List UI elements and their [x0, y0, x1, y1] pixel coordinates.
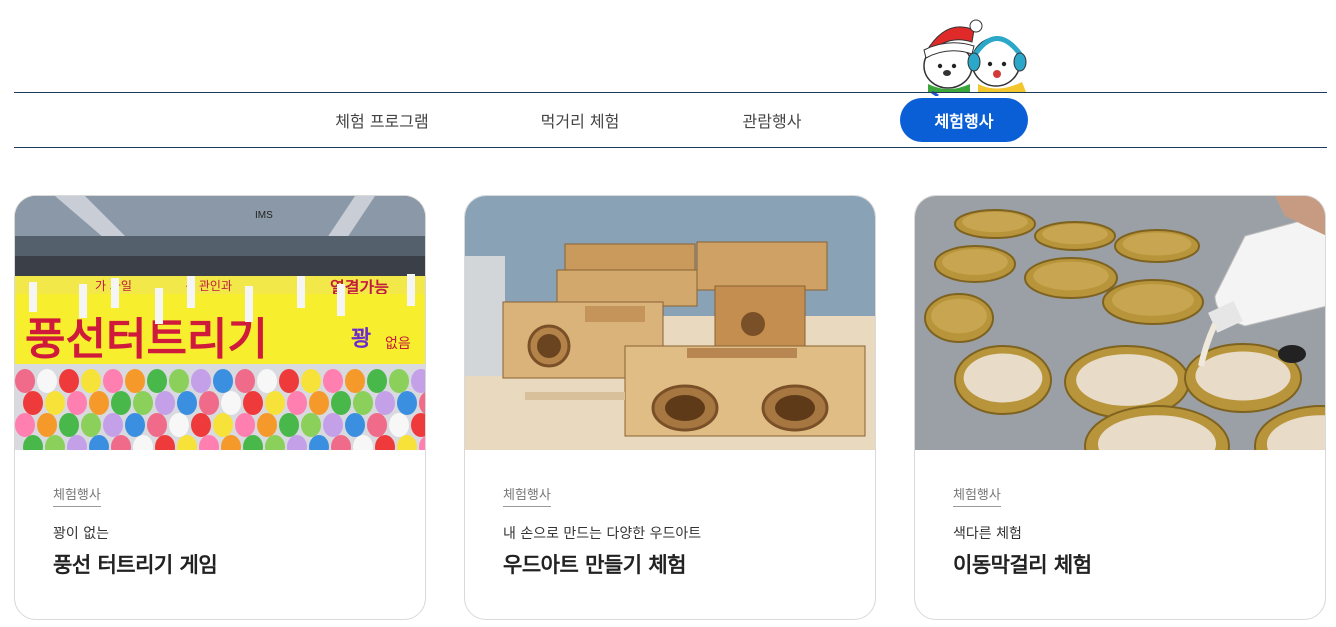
tab-experience-program[interactable]: 체험 프로그램 [318, 98, 446, 142]
card-category: 체험행사 [503, 488, 551, 507]
mascot-illustration [918, 8, 1030, 98]
card-subtitle: 내 손으로 만드는 다양한 우드아트 [503, 526, 702, 542]
event-photo-wood-speakers [465, 196, 875, 450]
event-card-makgeolli[interactable]: 체험행사 색다른 체험 이동막걸리 체험 [914, 195, 1326, 620]
bowl-inner [963, 353, 1043, 403]
event-photo-balloons: IMS 가 과일 ~ 관인과 열결가능 풍선터트리기 꽝 없음 [15, 196, 425, 450]
card-title: 풍선 터트리기 게임 [53, 553, 218, 577]
bowl-inner [1042, 223, 1108, 245]
event-card-balloon-game[interactable]: IMS 가 과일 ~ 관인과 열결가능 풍선터트리기 꽝 없음 체험행사 꽝이 … [14, 195, 426, 620]
balloon-shape [81, 413, 101, 437]
card-category: 체험행사 [53, 488, 101, 507]
photo-brand-text: IMS [255, 210, 273, 221]
tab-experience-events[interactable]: 체험행사 [900, 98, 1028, 142]
balloon-shape [287, 391, 307, 415]
balloon-shape [37, 413, 57, 437]
photo-banner-text: 풍선터트리기 [25, 314, 268, 365]
balloon-shape [103, 413, 123, 437]
balloon-shape [89, 391, 109, 415]
balloon-shape [389, 413, 409, 437]
balloon-shape [243, 391, 263, 415]
balloon-shape [147, 413, 167, 437]
balloon-shape [45, 391, 65, 415]
balloon-shape [353, 391, 373, 415]
balloon-shape [309, 391, 329, 415]
bowl-inner [1112, 284, 1194, 316]
balloon-shape [257, 369, 277, 393]
balloon-shape [331, 391, 351, 415]
tab-food-experience[interactable]: 먹거리 체험 [516, 98, 644, 142]
balloon-shape [169, 369, 189, 393]
balloon-shape [323, 369, 343, 393]
balloon-shape [389, 369, 409, 393]
balloon-shape [279, 369, 299, 393]
balloon-shape [213, 369, 233, 393]
balloon-shape [103, 369, 123, 393]
category-tab-bar: 체험 프로그램 먹거리 체험 관람행사 체험행사 [14, 92, 1327, 148]
event-photo-makgeolli-bowls [915, 196, 1325, 450]
balloon-shape [177, 391, 197, 415]
balloon-shape [235, 369, 255, 393]
card-title: 우드아트 만들기 체험 [503, 553, 687, 577]
balloon-shape [111, 391, 131, 415]
balloon-shape [221, 391, 241, 415]
card-subtitle: 꽝이 없는 [53, 526, 109, 542]
balloon-shape [15, 369, 35, 393]
balloon-shape [367, 369, 387, 393]
tab-viewing-events[interactable]: 관람행사 [708, 98, 836, 142]
balloon-shape [15, 413, 35, 437]
balloon-shape [199, 391, 219, 415]
experience-events-section: 체험 프로그램 먹거리 체험 관람행사 체험행사 IMS 가 과일 ~ 관인과 … [0, 0, 1336, 627]
balloon-shape [169, 413, 189, 437]
event-card-wood-art[interactable]: 체험행사 내 손으로 만드는 다양한 우드아트 우드아트 만들기 체험 [464, 195, 876, 620]
card-category: 체험행사 [953, 488, 1001, 507]
bowl-inner [1033, 261, 1109, 291]
balloon-shape [147, 369, 167, 393]
balloon-shape [301, 413, 321, 437]
balloon-shape [301, 369, 321, 393]
balloon-shape [375, 391, 395, 415]
balloon-shape [213, 413, 233, 437]
balloon-shape [191, 413, 211, 437]
bowl-inner [1122, 232, 1192, 256]
photo-badge-text: 꽝 [351, 327, 371, 352]
bowl-inner [1195, 351, 1291, 401]
balloon-shape [235, 413, 255, 437]
balloon-shape [345, 369, 365, 393]
bowl-inner [931, 298, 987, 334]
balloon-shape [67, 391, 87, 415]
bowl-inner [942, 249, 1008, 275]
balloon-shape [81, 369, 101, 393]
balloon-shape [397, 391, 417, 415]
balloon-shape [323, 413, 343, 437]
balloon-shape [125, 369, 145, 393]
balloon-shape [59, 413, 79, 437]
balloon-shape [59, 369, 79, 393]
balloon-shape [125, 413, 145, 437]
card-title: 이동막걸리 체험 [953, 553, 1092, 577]
balloon-shape [279, 413, 299, 437]
balloon-shape [367, 413, 387, 437]
balloon-shape [23, 391, 43, 415]
bowl-inner [1076, 354, 1178, 406]
balloon-shape [191, 369, 211, 393]
card-subtitle: 색다른 체험 [953, 526, 1022, 542]
balloon-shape [257, 413, 277, 437]
bowl-inner [962, 211, 1028, 233]
balloon-shape [265, 391, 285, 415]
balloon-shape [345, 413, 365, 437]
balloon-shape [37, 369, 57, 393]
balloon-shape [155, 391, 175, 415]
photo-small-text: 없음 [385, 336, 411, 352]
balloon-shape [133, 391, 153, 415]
